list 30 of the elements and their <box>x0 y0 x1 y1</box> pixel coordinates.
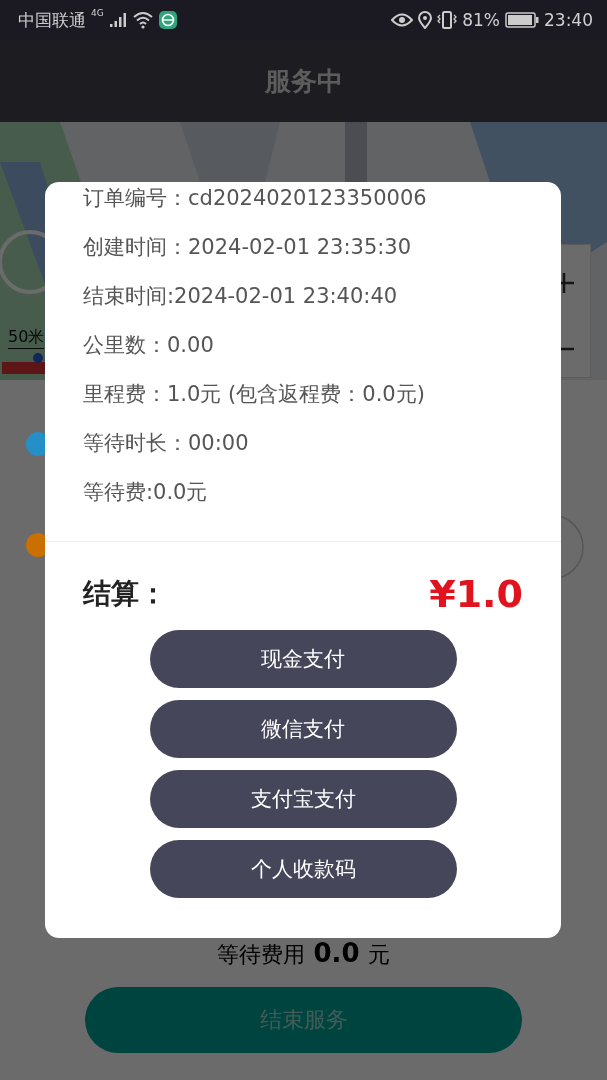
payment-button[interactable]: 现金支付 <box>149 630 457 688</box>
payment-button[interactable]: 微信支付 <box>149 700 457 758</box>
app-icon <box>158 11 177 29</box>
map-scale: 50米 <box>8 327 45 349</box>
wait-fee-unit: 元 <box>367 941 390 969</box>
location-icon <box>418 11 433 29</box>
payment-button[interactable]: 支付宝支付 <box>149 770 457 828</box>
carrier-name: 中国联通 <box>18 8 86 32</box>
order-detail: 等待时长：00:00 <box>83 430 250 457</box>
wifi-icon <box>131 11 154 29</box>
signal-icon <box>108 12 127 28</box>
order-detail: 等待费:0.0元 <box>83 479 209 506</box>
battery-percent: 81% <box>462 10 500 30</box>
wait-fee-value: 0.0 <box>313 938 360 968</box>
order-detail: 创建时间：2024-02-01 23:35:30 <box>83 234 413 261</box>
order-detail: 里程费：1.0元 (包含返程费：0.0元) <box>83 381 426 408</box>
page-title: 服务中 <box>264 64 343 98</box>
wait-fee-label: 等待费用 <box>217 941 306 969</box>
clock: 23:40 <box>544 10 593 30</box>
order-detail: 订单编号：cd2024020123350006 <box>83 185 428 212</box>
order-detail: 公里数：0.00 <box>83 332 215 359</box>
eye-icon <box>391 12 414 28</box>
settlement-label: 结算： <box>83 576 167 612</box>
order-detail: 结束时间:2024-02-01 23:40:40 <box>83 283 399 310</box>
network-type: 4G <box>91 8 104 18</box>
map-logo-icon <box>2 352 46 374</box>
vibrate-icon <box>437 11 458 29</box>
settlement-amount: ¥1.0 <box>429 572 523 616</box>
battery-icon <box>505 12 539 28</box>
payment-button[interactable]: 个人收款码 <box>149 840 457 898</box>
